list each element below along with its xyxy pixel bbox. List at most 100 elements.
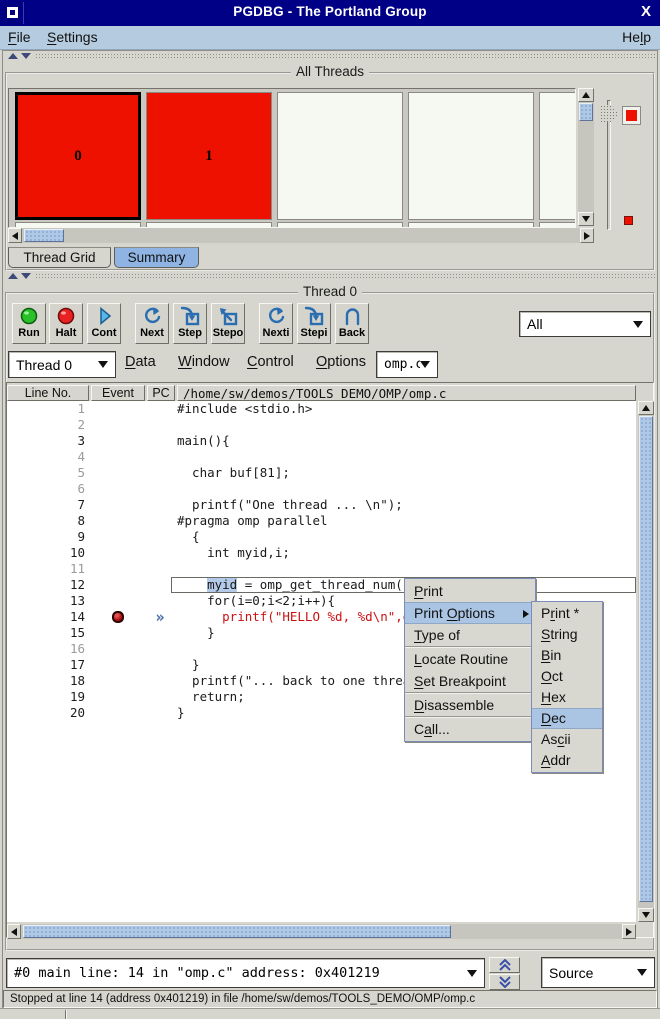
splitter-grip[interactable] xyxy=(35,53,655,60)
step-button[interactable]: Step xyxy=(173,303,207,344)
scroll-left-button[interactable] xyxy=(8,228,22,243)
event-cell[interactable] xyxy=(93,657,143,673)
thread-cell-2[interactable] xyxy=(277,92,403,220)
event-cell[interactable] xyxy=(93,433,143,449)
nexti-button[interactable]: Nexti xyxy=(259,303,293,344)
thread-cell-3[interactable] xyxy=(408,92,534,220)
event-cell[interactable] xyxy=(93,673,143,689)
event-cell[interactable] xyxy=(93,625,143,641)
event-cell[interactable] xyxy=(93,401,143,417)
stepo-button[interactable]: Stepo xyxy=(211,303,245,344)
menu-window[interactable]: Window xyxy=(178,354,230,370)
menu-item-ascii[interactable]: Ascii xyxy=(532,729,602,750)
event-cell[interactable] xyxy=(93,561,143,577)
scroll-down-button[interactable] xyxy=(638,908,654,922)
source-row-5[interactable]: 5 char buf[81]; xyxy=(7,465,636,481)
event-cell[interactable] xyxy=(93,689,143,705)
scope-select[interactable]: All xyxy=(519,311,651,337)
event-cell[interactable] xyxy=(93,529,143,545)
splitter-middle[interactable] xyxy=(3,272,657,281)
source-row-6[interactable]: 6 xyxy=(7,481,636,497)
splitter-collapse-down-icon[interactable] xyxy=(21,53,31,59)
view-select[interactable]: Source xyxy=(541,957,655,988)
source-row-10[interactable]: 10 int myid,i; xyxy=(7,545,636,561)
hscroll-thumb[interactable] xyxy=(23,925,451,938)
thread-select[interactable]: Thread 0 xyxy=(8,351,116,378)
hscroll-thumb[interactable] xyxy=(24,229,64,242)
breakpoint-icon[interactable] xyxy=(112,611,124,623)
splitter-grip[interactable] xyxy=(35,273,655,280)
next-button[interactable]: Next xyxy=(135,303,169,344)
menu-item-disassemble[interactable]: Disassemble xyxy=(405,694,535,716)
source-row-7[interactable]: 7 printf("One thread ... \n"); xyxy=(7,497,636,513)
menu-item-dec[interactable]: Dec xyxy=(532,708,602,729)
menu-item-addr[interactable]: Addr xyxy=(532,750,602,771)
scroll-down-button[interactable] xyxy=(578,212,594,226)
event-cell[interactable] xyxy=(93,465,143,481)
close-icon[interactable]: X xyxy=(641,3,651,20)
thread-grid-hscrollbar[interactable] xyxy=(8,228,594,243)
event-cell[interactable] xyxy=(93,449,143,465)
source-vscrollbar[interactable] xyxy=(638,401,654,922)
event-cell[interactable] xyxy=(93,497,143,513)
tab-thread-grid[interactable]: Thread Grid xyxy=(8,247,111,268)
menu-item-print-options[interactable]: Print Options xyxy=(405,602,535,624)
menu-item-hex[interactable]: Hex xyxy=(532,687,602,708)
source-row-4[interactable]: 4 xyxy=(7,449,636,465)
file-select[interactable]: omp.c xyxy=(376,351,438,378)
menu-item-print[interactable]: Print xyxy=(405,580,535,602)
menu-help[interactable]: Help xyxy=(622,29,651,45)
source-row-12[interactable]: 12 myid = omp_get_thread_num(); xyxy=(7,577,636,593)
splitter-collapse-up-icon[interactable] xyxy=(8,273,18,279)
frame-select[interactable]: #0 main line: 14 in "omp.c" address: 0x4… xyxy=(6,958,485,988)
event-cell[interactable] xyxy=(93,641,143,657)
menu-item-bin[interactable]: Bin xyxy=(532,645,602,666)
event-cell[interactable] xyxy=(93,577,143,593)
scroll-up-button[interactable] xyxy=(578,88,594,102)
source-hscrollbar[interactable] xyxy=(7,924,636,939)
menu-item-call[interactable]: Call... xyxy=(405,718,535,740)
event-cell[interactable] xyxy=(93,705,143,721)
vscroll-thumb[interactable] xyxy=(579,103,593,121)
stack-down-button[interactable] xyxy=(489,974,520,990)
menu-item-set-breakpoint[interactable]: Set Breakpoint xyxy=(405,670,535,692)
cont-button[interactable]: Cont xyxy=(87,303,121,344)
source-row-11[interactable]: 11 xyxy=(7,561,636,577)
vscroll-thumb[interactable] xyxy=(639,416,653,902)
scroll-left-button[interactable] xyxy=(7,924,21,939)
menu-item-locate-routine[interactable]: Locate Routine xyxy=(405,648,535,670)
thread-grid-vscrollbar[interactable] xyxy=(578,88,594,226)
stepi-button[interactable]: Stepi xyxy=(297,303,331,344)
menu-item-string[interactable]: String xyxy=(532,624,602,645)
event-cell[interactable] xyxy=(93,545,143,561)
source-row-1[interactable]: 1#include <stdio.h> xyxy=(7,401,636,417)
source-row-8[interactable]: 8#pragma omp parallel xyxy=(7,513,636,529)
scroll-right-button[interactable] xyxy=(580,228,594,243)
run-button[interactable]: Run xyxy=(12,303,46,344)
thread-cell-1[interactable]: 1 xyxy=(146,92,272,220)
back-button[interactable]: Back xyxy=(335,303,369,344)
source-row-3[interactable]: 3main(){ xyxy=(7,433,636,449)
menu-control[interactable]: Control xyxy=(247,354,294,370)
menu-options[interactable]: Options xyxy=(316,354,366,370)
scroll-up-button[interactable] xyxy=(638,401,654,415)
stack-up-button[interactable] xyxy=(489,957,520,973)
menu-item-type-of[interactable]: Type of xyxy=(405,624,535,646)
menu-item-print[interactable]: Print * xyxy=(532,603,602,624)
splitter-collapse-down-icon[interactable] xyxy=(21,273,31,279)
event-cell[interactable] xyxy=(93,417,143,433)
resize-grip[interactable] xyxy=(65,1010,67,1019)
scroll-right-button[interactable] xyxy=(622,924,636,939)
event-cell[interactable] xyxy=(93,609,143,625)
menu-item-oct[interactable]: Oct xyxy=(532,666,602,687)
tab-summary[interactable]: Summary xyxy=(114,247,199,268)
event-cell[interactable] xyxy=(93,513,143,529)
splitter-collapse-up-icon[interactable] xyxy=(8,53,18,59)
event-cell[interactable] xyxy=(93,481,143,497)
menu-settings[interactable]: Settings xyxy=(47,29,98,45)
halt-button[interactable]: Halt xyxy=(49,303,83,344)
event-cell[interactable] xyxy=(93,593,143,609)
source-row-2[interactable]: 2 xyxy=(7,417,636,433)
splitter-top[interactable] xyxy=(3,52,657,61)
thread-cell-4[interactable] xyxy=(539,92,576,220)
